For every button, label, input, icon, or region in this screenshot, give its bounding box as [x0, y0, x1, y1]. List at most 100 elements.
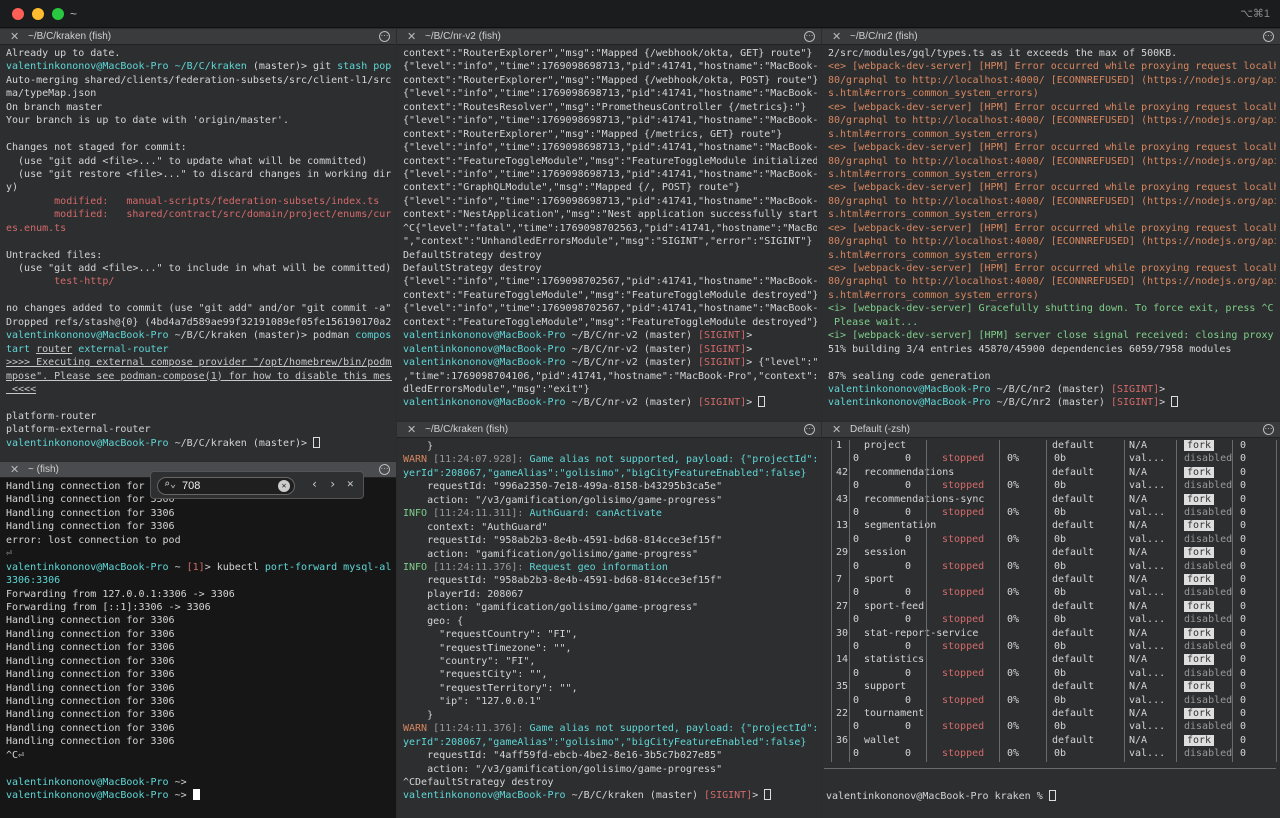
pane-title: ~ (fish)	[28, 464, 59, 475]
terminal-text: Handling connection for 3306	[6, 642, 175, 654]
cell-fork[interactable]: fork	[1184, 520, 1215, 532]
cell-fork[interactable]: fork	[1184, 493, 1215, 505]
cell-z: 0	[1240, 533, 1247, 545]
cell-fork[interactable]: fork	[1184, 654, 1215, 666]
terminal-line: valentinkononov@MacBook-Pro ~/B/C/nr-v2 …	[403, 356, 817, 369]
terminal-output[interactable]: context":"RouterExplorer","msg":"Mapped …	[403, 47, 817, 420]
cell-z: 0	[1240, 560, 1247, 572]
terminal-line: action: "/v3/gamification/golisimo/game-…	[403, 494, 817, 507]
cell-a: 0	[853, 560, 860, 572]
terminal-text: valentinkononov@MacBook-Pro	[403, 343, 572, 355]
terminal-text: requestId: "4aff59fd-ebcb-4be2-8e16-3b5c…	[403, 750, 723, 762]
cell-dis: disabled	[1184, 480, 1233, 492]
terminal-text: ~/B/C/kraken	[174, 61, 247, 73]
pane-kraken-mid[interactable]: ✕ ~/B/C/kraken (fish) ⋯ } WARN [11:24:07.92…	[397, 422, 821, 818]
cell-fork[interactable]: fork	[1184, 466, 1215, 478]
clear-search-icon[interactable]: ✕	[278, 480, 290, 492]
cell-z: 0	[1240, 520, 1247, 532]
pane-tab[interactable]: ✕ ~/B/C/nr2 (fish) ⋯	[822, 29, 1280, 45]
cell-fork[interactable]: fork	[1184, 440, 1215, 451]
cell-z: 0	[1240, 721, 1247, 733]
close-pane-icon[interactable]: ✕	[10, 29, 19, 45]
zsh-prompt[interactable]: valentinkononov@MacBook-Pro kraken %	[826, 790, 1056, 802]
terminal-output[interactable]: 2/src/modules/gql/types.ts as it exceeds…	[828, 47, 1276, 420]
terminal-text: ~>	[174, 776, 193, 788]
pane-menu-icon[interactable]: ⋯	[1263, 424, 1274, 435]
pane-menu-icon[interactable]: ⋯	[379, 464, 390, 475]
close-find-icon[interactable]: ✕	[347, 477, 354, 490]
pane-kraken-top[interactable]: ✕ ~/B/C/kraken (fish) ⋯ Already up to date…	[0, 29, 396, 461]
cell-a: 0	[853, 721, 860, 733]
cell-status: stopped	[942, 694, 985, 706]
terminal-output[interactable]: Already up to date. valentinkononov@MacBo…	[6, 47, 392, 461]
pane-menu-icon[interactable]: ⋯	[1263, 31, 1274, 42]
terminal-text: ","context":"UnhandledErrorsModule","msg…	[403, 236, 813, 248]
cell-val: val...	[1129, 507, 1166, 518]
process-table: 1 project default N/A fork 0 0 0 stopped 0% 0b val.…	[824, 440, 1280, 790]
cell-fork[interactable]: fork	[1184, 708, 1215, 719]
pane-default-zsh[interactable]: ✕ Default (-zsh) ⋯ 1 project default N/A fork 0…	[822, 422, 1280, 818]
terminal-text: <e> [webpack-dev-server] [HPM] Error occ…	[828, 263, 1276, 274]
terminal-line: 3306:3306	[6, 574, 392, 587]
cell-fork[interactable]: fork	[1184, 734, 1215, 746]
terminal-output[interactable]: Handling connection for 3306 Handling con…	[6, 480, 392, 818]
terminal-text: <e> [webpack-dev-server] [HPM] Error occ…	[828, 222, 1276, 234]
pane-tab[interactable]: ✕ ~/B/C/kraken (fish) ⋯	[397, 422, 821, 438]
close-pane-icon[interactable]: ✕	[10, 462, 19, 478]
terminal-text: "ip": "127.0.0.1"	[403, 696, 542, 708]
cell-status: stopped	[942, 641, 985, 652]
cell-fork[interactable]: fork	[1184, 574, 1215, 585]
terminal-output[interactable]: } WARN [11:24:07.928]: Game alias not sup…	[403, 440, 817, 818]
column-separator	[1124, 440, 1125, 762]
cell-dis: disabled	[1184, 507, 1233, 518]
terminal-text: Request geo information	[529, 561, 668, 573]
terminal-text: (master)	[1050, 397, 1111, 409]
cell-fork[interactable]: fork	[1184, 600, 1215, 612]
cell-fork[interactable]: fork	[1184, 547, 1215, 559]
find-previous-button[interactable]: ‹	[311, 477, 318, 491]
pane-nr2[interactable]: ✕ ~/B/C/nr2 (fish) ⋯ 2/src/modules/gql/typ…	[822, 29, 1280, 420]
cell-fork[interactable]: fork	[1184, 681, 1215, 693]
terminal-text: ^CDefaultStrategy destroy	[403, 776, 554, 788]
close-pane-icon[interactable]: ✕	[832, 422, 841, 438]
terminal-text: s.html#errors_common_system_errors)	[828, 128, 1039, 140]
terminal-line: s.html#errors_common_system_errors)	[828, 249, 1276, 262]
close-pane-icon[interactable]: ✕	[832, 29, 841, 45]
pane-menu-icon[interactable]: ⋯	[804, 424, 815, 435]
pane-tab[interactable]: ✕ ~/B/C/kraken (fish) ⋯	[0, 29, 396, 45]
minimize-window-button[interactable]	[32, 8, 44, 20]
zoom-window-button[interactable]	[52, 8, 64, 20]
cell-val: val...	[1129, 721, 1166, 733]
terminal-text: [SIGINT]	[698, 330, 747, 342]
terminal-line: context":"FeatureToggleModule","msg":"Fe…	[403, 155, 817, 168]
terminal-text: valentinkononov@MacBook-Pro	[6, 561, 175, 573]
terminal-text: context":"RoutesResolver","msg":"Prometh…	[403, 101, 807, 113]
close-pane-icon[interactable]: ✕	[407, 422, 416, 438]
terminal-line: "ip": "127.0.0.1"	[403, 695, 817, 708]
pane-menu-icon[interactable]: ⋯	[379, 31, 390, 42]
terminal-text: Handling connection for 3306	[6, 722, 175, 734]
pane-menu-icon[interactable]: ⋯	[804, 31, 815, 42]
cell-fork[interactable]: fork	[1184, 627, 1215, 639]
terminal-text: }	[403, 709, 434, 721]
terminal-text: }	[403, 441, 434, 452]
cell-name: recommendations-sync	[864, 493, 985, 505]
cell-size: 0b	[1054, 721, 1067, 733]
terminal-text: valentinkononov@MacBook-Pro	[6, 437, 175, 449]
terminal-text: Game alias not supported, payload: {"pro…	[529, 454, 817, 466]
terminal-text: Please wait...	[828, 316, 919, 328]
cell-a: 0	[853, 587, 860, 599]
terminal-line: WARN [11:24:07.928]: Game alias not supp…	[403, 453, 817, 466]
pane-fish-home[interactable]: ✕ ~ (fish) ⋯ Handling connection for 3306 H…	[0, 462, 396, 818]
pane-tab[interactable]: ✕ ~/B/C/nr-v2 (fish) ⋯	[397, 29, 821, 45]
find-next-button[interactable]: ›	[329, 477, 336, 491]
pane-nr-v2[interactable]: ✕ ~/B/C/nr-v2 (fish) ⋯ context":"RouterExp…	[397, 29, 821, 420]
pane-title: ~/B/C/kraken (fish)	[425, 424, 509, 435]
close-pane-icon[interactable]: ✕	[407, 29, 416, 45]
find-input[interactable]: ⌕⌄ 708 ✕	[157, 477, 295, 495]
close-window-button[interactable]	[12, 8, 24, 20]
pane-tab[interactable]: ✕ Default (-zsh) ⋯	[822, 422, 1280, 438]
find-bar: ⌕⌄ 708 ✕ ‹ › ✕	[150, 471, 364, 499]
